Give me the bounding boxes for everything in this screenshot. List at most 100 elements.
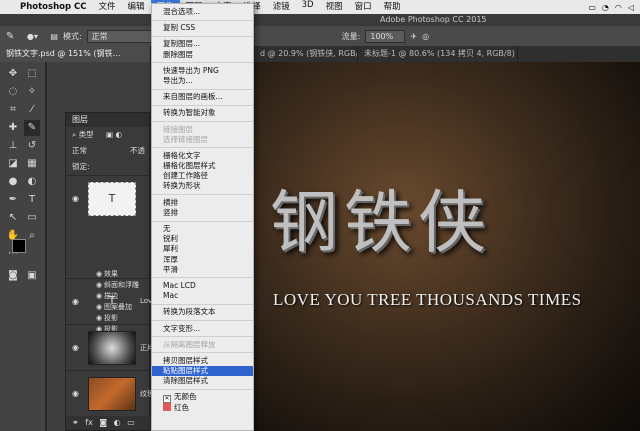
context-menu-item[interactable]: 锐利 [152, 234, 253, 244]
eye-icon[interactable]: ◉ [72, 194, 79, 203]
context-menu-item-label: 选择链接图层 [163, 134, 208, 144]
context-menu-item-label: 锐利 [163, 234, 178, 244]
context-menu-item[interactable]: 无 [152, 224, 253, 234]
status-icon[interactable]: ◔ [602, 3, 609, 12]
menu-8[interactable]: 视图 [320, 0, 349, 14]
text-layer-thumbnail-icon: T [108, 294, 116, 307]
context-menu-item[interactable]: Mac LCD [152, 281, 253, 291]
mask-icon[interactable]: ◙ [99, 418, 107, 427]
quick-mask-icon[interactable]: ◙ [5, 268, 21, 284]
context-menu-item[interactable]: 导出为... [152, 76, 253, 86]
eyedropper-icon[interactable]: ⁄ [24, 102, 40, 118]
type-tool-icon[interactable]: T [24, 192, 40, 208]
marquee-tool-icon[interactable]: ⬚ [24, 66, 40, 82]
context-menu-item[interactable]: 拷贝图层样式 [152, 356, 253, 366]
eye-icon[interactable]: ◉ [72, 343, 79, 352]
context-menu-item[interactable]: 快速导出为 PNG [152, 66, 253, 76]
document-canvas[interactable]: 钢铁侠 LOVE YOU TREE THOUSANDS TIMES [245, 62, 640, 431]
fx-icon[interactable]: fx [85, 418, 93, 427]
context-menu-item[interactable]: 复制 CSS [152, 23, 253, 33]
flow-input[interactable]: 100% [365, 29, 406, 43]
context-menu-item[interactable]: ✕ 无颜色 [152, 392, 253, 404]
context-menu-item[interactable]: 清除图层样式 [152, 376, 253, 386]
menu-6[interactable]: 滤镜 [267, 0, 296, 14]
context-menu-item[interactable]: 粘贴图层样式 [152, 366, 253, 377]
menu-10[interactable]: 帮助 [378, 0, 407, 14]
context-menu-item[interactable]: 犀利 [152, 244, 253, 254]
adjustment-icon[interactable]: ◐ [114, 418, 121, 427]
brush-tool-icon[interactable]: ✎ [6, 31, 14, 42]
layer-filter-select[interactable]: 类型 [79, 130, 94, 139]
airbrush-icon[interactable]: ✈ [410, 32, 417, 41]
path-select-icon[interactable]: ↖ [5, 210, 21, 226]
menu-separator [152, 336, 253, 338]
tab-doc-3[interactable]: 未标题-1 @ 80.6% (134 拷贝 4, RGB/8) * [358, 46, 518, 62]
brush-panel-icon[interactable]: ▤ [50, 32, 58, 41]
context-menu-item[interactable]: 创建工作路径 [152, 171, 253, 181]
canvas-title-text: 钢铁侠 [270, 184, 493, 263]
context-menu-item[interactable]: Mac [152, 291, 253, 301]
menu-7[interactable]: 3D [296, 0, 320, 14]
crop-tool-icon[interactable]: ⌗ [5, 102, 21, 118]
filter-image-icon[interactable]: ▣ [106, 130, 113, 139]
tab-doc-2[interactable]: d @ 20.9% (钢铁侠, RGB/8) [254, 46, 358, 62]
layer-item-texture[interactable]: ◉ 纹理 [66, 370, 154, 416]
blend-mode-select[interactable]: 正常 [72, 146, 87, 155]
menu-1[interactable]: 编辑 [122, 0, 151, 14]
group-icon[interactable]: ▭ [127, 418, 135, 427]
context-menu-item[interactable]: 栅格化图层样式 [152, 161, 253, 171]
context-menu-item[interactable]: 平滑 [152, 265, 253, 275]
wifi-icon[interactable]: ◠ [615, 3, 622, 12]
app-menu[interactable]: Photoshop CC [16, 2, 93, 12]
context-menu-item[interactable]: 文字变形... [152, 324, 253, 334]
layer-item-gradient[interactable]: ◉ 正片 [66, 324, 154, 370]
link-icon[interactable]: ⚭ [72, 418, 79, 427]
context-menu-item[interactable]: 红色 [152, 402, 253, 413]
eye-icon[interactable]: ◉ [72, 297, 79, 306]
context-menu-item[interactable]: 转换为智能对象 [152, 108, 253, 118]
context-menu-item[interactable]: 复制图层... [152, 39, 253, 49]
menu-separator [152, 303, 253, 305]
context-menu-item[interactable]: 浑厚 [152, 255, 253, 265]
eraser-tool-icon[interactable]: ◪ [5, 156, 21, 172]
shape-tool-icon[interactable]: ▭ [24, 210, 40, 226]
stamp-tool-icon[interactable]: ⊥ [5, 138, 21, 154]
history-brush-icon[interactable]: ↺ [24, 138, 40, 154]
context-menu-item-label: 转换为智能对象 [163, 108, 216, 118]
brush-tool-icon[interactable]: ✎ [24, 120, 40, 136]
context-menu-item[interactable]: 删除图层 [152, 50, 253, 60]
pressure-icon[interactable]: ◎ [422, 32, 429, 41]
context-menu-item[interactable]: 栅格化文字 [152, 151, 253, 161]
context-menu-item-label: 来自图层的画板... [163, 92, 223, 102]
layer-item-text[interactable]: ◉ T [66, 175, 151, 221]
zoom-tool-icon[interactable]: ⌕ [24, 228, 40, 244]
menu-0[interactable]: 文件 [93, 0, 122, 14]
quick-select-icon[interactable]: ✧ [24, 84, 40, 100]
gradient-tool-icon[interactable]: ▦ [24, 156, 40, 172]
context-menu-item-label: 转换为段落文本 [163, 307, 216, 317]
lasso-tool-icon[interactable]: ◌ [5, 84, 21, 100]
pen-tool-icon[interactable]: ✒ [5, 192, 21, 208]
context-menu-item[interactable]: 混合选项... [152, 7, 253, 17]
tab-doc-1[interactable]: 钢铁文字.psd @ 151% (钢铁… [0, 46, 151, 62]
context-menu-item[interactable]: 转换为形状 [152, 181, 253, 191]
filter-adjust-icon[interactable]: ◐ [115, 130, 122, 139]
context-menu-item-label: 混合选项... [163, 7, 201, 16]
mode-select[interactable]: 正常 [86, 29, 157, 43]
context-menu-item[interactable]: 转换为段落文本 [152, 307, 253, 317]
status-icon[interactable]: ▭ [588, 3, 596, 12]
eye-icon[interactable]: ◉ [72, 389, 79, 398]
healing-brush-icon[interactable]: ✚ [5, 120, 21, 136]
context-menu-item[interactable]: 横排 [152, 198, 253, 208]
volume-icon[interactable]: ◁ [628, 3, 634, 12]
brush-preset-picker[interactable]: ●▾ [19, 32, 45, 41]
dodge-tool-icon[interactable]: ◐ [24, 174, 40, 190]
blur-tool-icon[interactable]: ● [5, 174, 21, 190]
context-menu-item[interactable]: 竖排 [152, 208, 253, 218]
screen-mode-icon[interactable]: ▣ [24, 268, 40, 284]
context-menu-item[interactable]: 来自图层的画板... [152, 92, 253, 102]
foreground-color-swatch[interactable] [12, 239, 26, 253]
menu-9[interactable]: 窗口 [349, 0, 378, 14]
layer-item-love[interactable]: ◉ T Love [66, 278, 157, 324]
move-tool-icon[interactable]: ✥ [5, 66, 21, 82]
